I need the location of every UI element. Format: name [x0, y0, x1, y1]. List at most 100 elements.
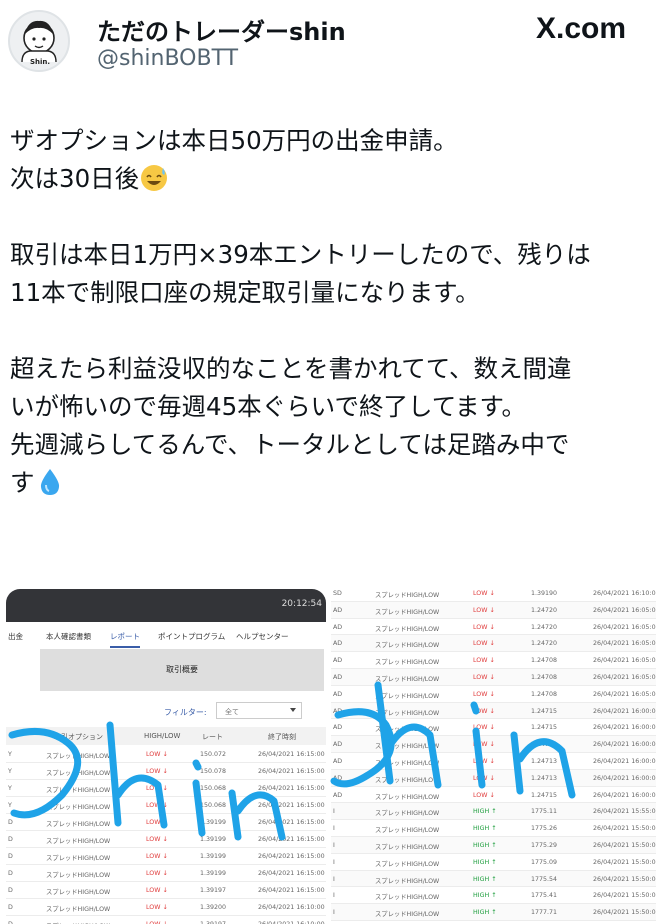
- tab-withdraw[interactable]: 出金: [8, 631, 23, 642]
- attached-images[interactable]: 20:12:54 出金 本人確認書類 レポート ポイントプログラム ヘルプセンタ…: [6, 585, 656, 924]
- rate-value: 1.39190: [531, 590, 558, 597]
- end-time: 26/04/2021 16:05:00: [593, 657, 656, 665]
- end-time: 26/04/2021 16:10:00: [258, 904, 325, 911]
- post-line-with-emoji: 次は30日後: [10, 160, 650, 198]
- end-time: 26/04/2021 16:15:00: [258, 853, 325, 860]
- direction-badge: HIGH ↑: [473, 842, 497, 849]
- direction-badge: LOW ↓: [473, 758, 495, 765]
- end-time: 26/04/2021 16:00:00: [593, 791, 656, 799]
- rate-value: 1.24708: [531, 674, 558, 681]
- option-name: スプレッドHIGH/LOW: [46, 889, 111, 896]
- rate-value: 1.24715: [531, 724, 558, 732]
- direction-badge: LOW ↓: [146, 870, 168, 877]
- table-row: Y スプレッドHIGH/LOW LOW ↓ 150.068 26/04/2021 16:…: [6, 780, 326, 797]
- end-time: 26/04/2021 16:10:0: [593, 590, 656, 597]
- rate-value: 1775.41: [531, 892, 558, 900]
- header-rate: レート: [202, 733, 223, 741]
- table-row: I スプレッドHIGH/LOW HIGH ↑ 1777.71 26/04/2021 15…: [331, 904, 656, 921]
- pair-code: I: [333, 808, 335, 816]
- end-time: 26/04/2021 16:15:00: [258, 836, 325, 843]
- rate-value: 1.39200: [200, 904, 227, 911]
- tab-id-documents[interactable]: 本人確認書類: [46, 631, 91, 642]
- direction-badge: LOW ↓: [146, 819, 168, 826]
- rate-value: 1775.26: [531, 825, 558, 833]
- user-handle[interactable]: @shinBOBTT: [97, 46, 238, 71]
- direction-badge: LOW ↓: [473, 707, 495, 715]
- direction-badge: LOW ↓: [146, 904, 168, 911]
- post-header: Shin. ただのトレーダーshin @shinBOBTT X.com: [0, 0, 662, 90]
- app-top-bar: 20:12:54: [6, 589, 326, 622]
- tab-points[interactable]: ポイントプログラム: [158, 631, 225, 642]
- rate-value: 1.39197: [200, 887, 227, 894]
- table-row: I スプレッドHIGH/LOW HIGH ↑ 1775.11 26/04/2021 15…: [331, 803, 656, 821]
- table-row: D スプレッドHIGH/LOW LOW ↓ 1.39199 26/04/2021 16:…: [6, 831, 326, 848]
- table-row: I スプレッドHIGH/LOW HIGH ↑ 1775.26 26/04/2021 15…: [331, 820, 656, 837]
- tab-report[interactable]: レポート: [110, 631, 140, 648]
- table-row: AD スプレッドHIGH/LOW LOW ↓ 1.24714 26/04/2021 16…: [331, 736, 656, 753]
- filter-label: フィルター:: [164, 708, 207, 717]
- end-time: 26/04/2021 16:05:00: [593, 640, 656, 648]
- x-logo: X.com: [535, 12, 626, 45]
- end-time: 26/04/2021 16:00:00: [593, 741, 656, 749]
- pair-code: D: [8, 836, 13, 843]
- option-name: スプレッドHIGH/LOW: [375, 877, 440, 885]
- direction-badge: LOW ↓: [473, 674, 495, 681]
- rate-value: 1.24715: [531, 791, 558, 799]
- direction-badge: HIGH ↑: [473, 808, 497, 816]
- option-name: スプレッドHIGH/LOW: [375, 894, 440, 902]
- rate-value: 150.072: [200, 751, 227, 758]
- rate-value: 1.24720: [531, 623, 558, 631]
- table-row: SD スプレッドHIGH/LOW LOW ↓ 1.39190 26/04/2021 16…: [331, 585, 656, 602]
- option-name: スプレッドHIGH/LOW: [46, 787, 111, 794]
- direction-badge: LOW ↓: [473, 640, 495, 648]
- rate-value: 1.39199: [200, 853, 227, 860]
- end-time: 26/04/2021 16:15:00: [258, 870, 325, 877]
- option-name: スプレッドHIGH/LOW: [46, 770, 111, 777]
- summary-button[interactable]: 取引概要: [40, 649, 324, 691]
- option-name: スプレッドHIGH/LOW: [375, 860, 440, 868]
- table-row: D スプレッドHIGH/LOW LOW ↓ 1.39199 26/04/2021 16:…: [6, 865, 326, 882]
- table-row: AD スプレッドHIGH/LOW LOW ↓ 1.24715 26/04/2021 16…: [331, 787, 656, 804]
- pair-code: D: [8, 870, 13, 877]
- direction-badge: LOW ↓: [473, 724, 495, 732]
- pair-code: I: [333, 892, 335, 900]
- option-name: スプレッドHIGH/LOW: [375, 642, 440, 650]
- rate-value: 1.39199: [200, 836, 227, 843]
- table-row: I スプレッドHIGH/LOW HIGH ↑ 1775.29 26/04/2021 15…: [331, 837, 656, 854]
- end-time: 26/04/2021 16:05:00: [593, 690, 656, 698]
- option-name: スプレッドHIGH/LOW: [375, 625, 440, 633]
- rate-value: 1.24715: [531, 707, 558, 715]
- rate-value: 1.24708: [531, 657, 558, 665]
- option-name: スプレッドHIGH/LOW: [375, 726, 440, 734]
- table-row: I スプレッドHIGH/LOW HIGH ↑ 1775.54 26/04/2021 15…: [331, 870, 656, 888]
- end-time: 26/04/2021 16:00:00: [593, 758, 656, 765]
- avatar[interactable]: Shin.: [8, 10, 70, 72]
- direction-badge: HIGH ↑: [473, 825, 497, 833]
- end-time: 26/04/2021 15:55:00: [593, 808, 656, 816]
- direction-badge: LOW ↓: [473, 657, 495, 665]
- end-time: 26/04/2021 15:50:00: [593, 842, 656, 849]
- end-time: 26/04/2021 16:15:00: [258, 785, 325, 792]
- display-name[interactable]: ただのトレーダーshin: [97, 12, 346, 47]
- direction-badge: LOW ↓: [473, 690, 495, 698]
- option-name: スプレッドHIGH/LOW: [375, 659, 440, 667]
- pair-code: I: [333, 909, 335, 917]
- table-row: Y スプレッドHIGH/LOW LOW ↓ 150.068 26/04/2021 16:…: [6, 797, 326, 814]
- filter-select[interactable]: 全て: [216, 702, 302, 719]
- screenshot-trade-history-left[interactable]: 20:12:54 出金 本人確認書類 レポート ポイントプログラム ヘルプセンタ…: [6, 589, 326, 924]
- table-row: DスプレッドHIGH/LOWLOW ↓1.3919726/04/2021 16:…: [6, 916, 326, 924]
- screenshot-trade-history-right[interactable]: SD スプレッドHIGH/LOW LOW ↓ 1.39190 26/04/2021 16…: [331, 585, 656, 924]
- end-time: 26/04/2021 16:15:00: [258, 819, 325, 826]
- option-name: スプレッドHIGH/LOW: [375, 692, 440, 700]
- end-time: 26/04/2021 16:00:00: [593, 774, 656, 782]
- option-name: スプレッドHIGH/LOW: [375, 827, 440, 835]
- rate-value: 150.068: [200, 802, 227, 809]
- direction-badge: LOW ↓: [473, 623, 495, 631]
- tab-help[interactable]: ヘルプセンター: [236, 631, 289, 642]
- pair-code: Y: [8, 802, 12, 809]
- post-line-with-emoji: す: [10, 464, 650, 502]
- end-time: 26/04/2021 16:00:00: [593, 724, 656, 732]
- sweat-smile-emoji: [139, 163, 169, 193]
- table-row: D スプレッドHIGH/LOW LOW ↓ 1.39199 26/04/2021 16:…: [6, 814, 326, 831]
- pair-code: D: [8, 853, 13, 860]
